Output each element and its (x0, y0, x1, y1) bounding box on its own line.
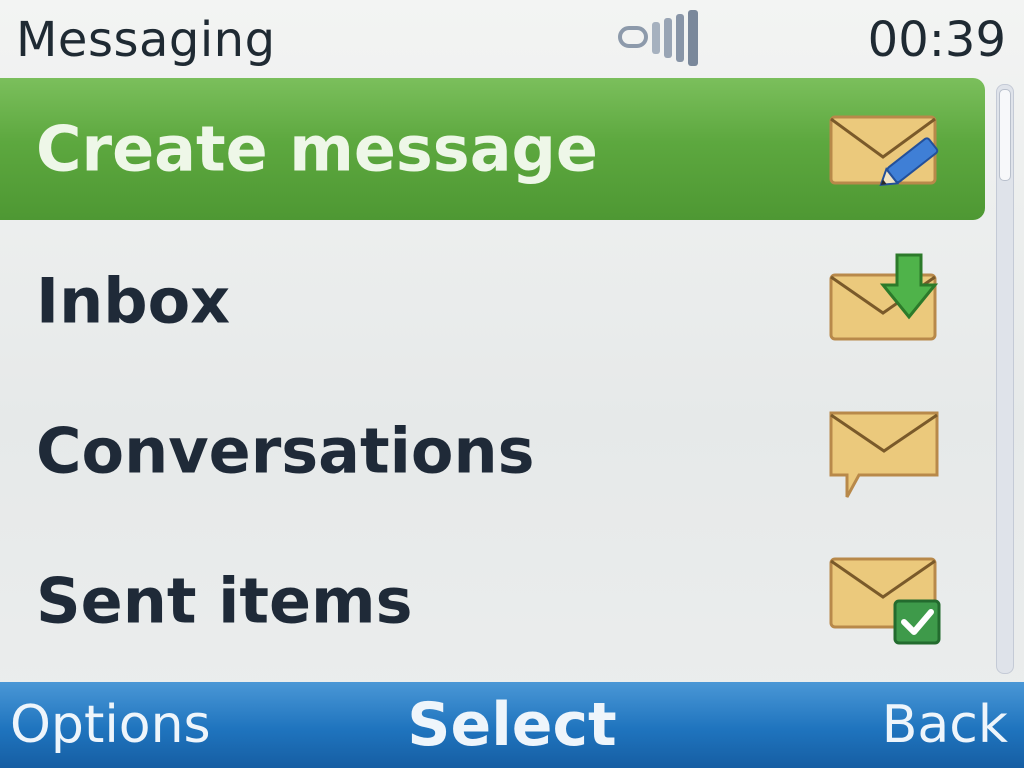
status-bar: Messaging 00:39 (0, 0, 1024, 78)
menu-item-inbox[interactable]: Inbox (0, 230, 985, 372)
envelope-pencil-icon (829, 115, 939, 186)
options-softkey[interactable]: Options (10, 695, 211, 755)
menu-item-label: Sent items (36, 564, 413, 638)
menu-item-conversations[interactable]: Conversations (0, 380, 985, 522)
menu-item-label: Create message (36, 112, 598, 186)
envelope-check-icon (829, 557, 941, 645)
phone-screen: Messaging 00:39 Create message Inbox Con… (0, 0, 1024, 768)
messaging-menu: Create message Inbox Conversations Sent … (0, 78, 985, 682)
menu-item-sent-items[interactable]: Sent items (0, 530, 985, 672)
select-softkey[interactable]: Select (407, 690, 616, 760)
page-title: Messaging (16, 12, 276, 68)
signal-icon (618, 10, 698, 66)
clock: 00:39 (867, 12, 1006, 68)
back-softkey[interactable]: Back (882, 695, 1008, 755)
softkey-bar: Options Select Back (0, 682, 1024, 768)
envelope-download-icon (829, 253, 939, 341)
menu-item-create-message[interactable]: Create message (0, 78, 985, 220)
envelope-speech-icon (829, 411, 939, 498)
scrollbar-thumb[interactable] (999, 89, 1011, 181)
menu-item-label: Inbox (36, 264, 231, 338)
menu-item-label: Conversations (36, 414, 535, 488)
scrollbar[interactable] (996, 84, 1014, 674)
